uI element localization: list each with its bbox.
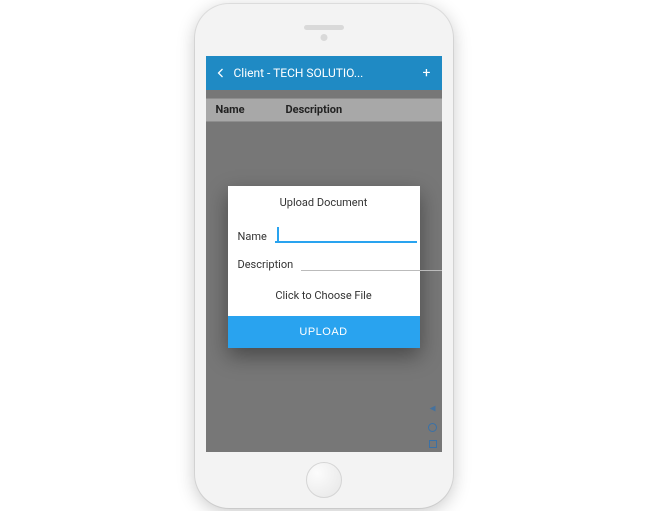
description-input[interactable] [301, 253, 441, 271]
description-label: Description [238, 258, 294, 271]
name-field-row: Name [228, 217, 420, 249]
choose-file-button[interactable]: Click to Choose File [228, 277, 420, 316]
phone-home-button[interactable] [306, 462, 342, 498]
screen: Client - TECH SOLUTIO... + Name Descript… [206, 56, 442, 452]
nav-home-icon[interactable] [428, 423, 437, 432]
name-label: Name [238, 230, 267, 243]
android-nav-icons: ▲ [428, 396, 438, 448]
dialog-title: Upload Document [228, 186, 420, 217]
name-input[interactable] [275, 225, 417, 243]
nav-recent-icon[interactable] [429, 440, 437, 448]
upload-document-dialog: Upload Document Name Description Click t… [228, 186, 420, 348]
phone-frame: Client - TECH SOLUTIO... + Name Descript… [195, 4, 453, 508]
description-field-row: Description [228, 249, 420, 277]
nav-back-icon[interactable]: ▲ [428, 396, 438, 415]
upload-button[interactable]: UPLOAD [228, 316, 420, 348]
